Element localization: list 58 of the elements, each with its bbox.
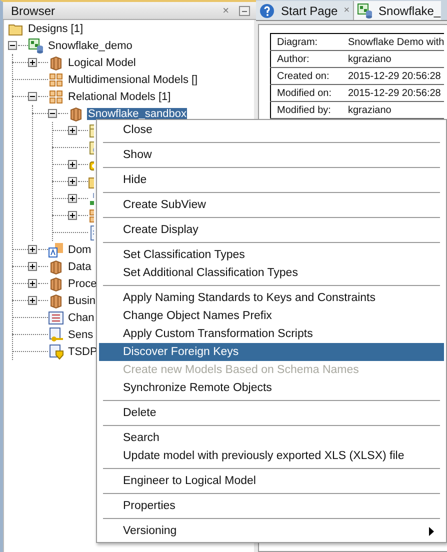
tree-item[interactable]: Proce bbox=[67, 278, 98, 290]
menu-item[interactable]: Set Additional Classification Types bbox=[99, 264, 444, 282]
property-name: Created on: bbox=[270, 68, 342, 84]
tree-item[interactable]: Busin bbox=[67, 294, 97, 306]
expand-toggle[interactable] bbox=[28, 245, 37, 254]
collapse-toggle[interactable] bbox=[28, 92, 37, 101]
expand-toggle[interactable] bbox=[68, 194, 77, 203]
menu-item[interactable]: Hide bbox=[99, 171, 444, 189]
expand-toggle[interactable] bbox=[28, 279, 37, 288]
property-value: kgraziano bbox=[342, 50, 444, 68]
editor-tab[interactable]: Snowflake_ bbox=[354, 1, 441, 20]
property-name: Author: bbox=[270, 50, 342, 68]
expand-toggle[interactable] bbox=[28, 58, 37, 67]
menu-item[interactable]: Synchronize Remote Objects bbox=[99, 379, 444, 397]
tab-close-button[interactable]: × bbox=[344, 5, 350, 16]
property-name: Modified on: bbox=[270, 84, 342, 102]
menu-item[interactable]: Delete bbox=[99, 404, 444, 422]
menu-item[interactable]: Versioning bbox=[99, 522, 444, 540]
menu-item[interactable]: Discover Foreign Keys bbox=[99, 343, 444, 361]
menu-item[interactable]: Apply Naming Standards to Keys and Constraints bbox=[99, 289, 444, 307]
tree-item[interactable]: Logical Model bbox=[67, 56, 137, 68]
property-value: 2015-12-29 20:56:28 bbox=[342, 84, 444, 102]
expand-toggle[interactable] bbox=[28, 262, 37, 271]
tree-item[interactable]: Multidimensional Models [] bbox=[67, 74, 199, 86]
expand-toggle[interactable] bbox=[68, 126, 77, 135]
tree-item[interactable]: TSDP bbox=[67, 346, 98, 358]
panel-title: Browser bbox=[11, 4, 56, 18]
menu-item[interactable]: Change Object Names Prefix bbox=[99, 307, 444, 325]
menu-item[interactable]: Search bbox=[99, 429, 444, 447]
menu-item[interactable]: Properties bbox=[99, 497, 444, 515]
tree-item[interactable]: Dom bbox=[67, 244, 92, 256]
menu-item[interactable]: Show bbox=[99, 146, 444, 164]
menu-item[interactable]: Update model with previously exported XLS (XLSX) file bbox=[99, 447, 444, 465]
property-value: 2015-12-29 20:56:28 bbox=[342, 68, 444, 84]
collapse-toggle[interactable] bbox=[48, 109, 57, 118]
minimize-button[interactable] bbox=[239, 6, 250, 16]
menu-item[interactable]: Close bbox=[99, 121, 444, 139]
tree-item[interactable]: Relational Models [1] bbox=[67, 90, 172, 102]
expand-toggle[interactable] bbox=[28, 296, 37, 305]
tree-item[interactable]: Data bbox=[67, 260, 92, 272]
property-name: Diagram: bbox=[270, 34, 342, 50]
tree-item[interactable]: Designs [1] bbox=[27, 22, 84, 34]
expand-toggle[interactable] bbox=[68, 177, 77, 186]
tree-item[interactable]: Snowflake_sandbox bbox=[87, 108, 188, 120]
tree-item[interactable]: Sens bbox=[67, 328, 94, 340]
expand-toggle[interactable] bbox=[68, 160, 77, 169]
menu-item[interactable]: Apply Custom Transformation Scripts bbox=[99, 325, 444, 343]
menu-item[interactable]: Engineer to Logical Model bbox=[99, 472, 444, 490]
property-value: Snowflake Demo with bbox=[342, 34, 444, 50]
tree-item[interactable]: Chan bbox=[67, 312, 96, 324]
tree-item[interactable]: Snowflake_demo bbox=[47, 40, 134, 52]
menu-item[interactable]: Set Classification Types bbox=[99, 246, 444, 264]
menu-item[interactable]: Create SubView bbox=[99, 196, 444, 214]
editor-tab[interactable]: Start Page × bbox=[256, 1, 354, 20]
menu-item[interactable]: Create Display bbox=[99, 221, 444, 239]
collapse-toggle[interactable] bbox=[8, 41, 17, 50]
expand-toggle[interactable] bbox=[68, 211, 77, 220]
close-button[interactable]: × bbox=[222, 4, 229, 16]
